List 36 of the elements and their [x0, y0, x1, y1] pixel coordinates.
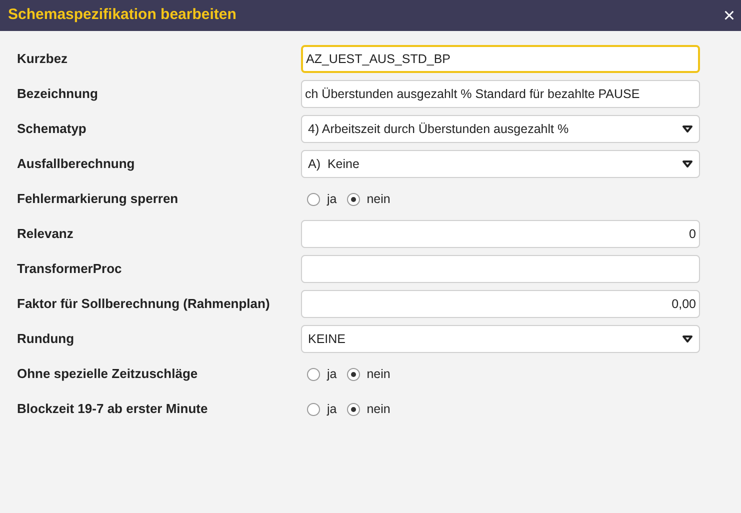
- field-label: Rundung: [17, 330, 76, 348]
- caret-icon: [682, 125, 693, 133]
- radio-option[interactable]: nein: [346, 190, 390, 208]
- dropdown[interactable]: A) Keine: [301, 150, 700, 178]
- radio-option[interactable]: ja: [307, 364, 337, 384]
- close-button[interactable]: ×: [723, 6, 735, 26]
- dropdown[interactable]: 4) Arbeitszeit durch Überstunden ausgezahlt %: [301, 115, 700, 143]
- radio-button[interactable]: [346, 368, 360, 380]
- input-field[interactable]: 0: [301, 220, 700, 248]
- field-label: Fehlermarkierung sperren: [17, 190, 180, 208]
- input-field[interactable]: AZ_UEST_AUS_STD_BP: [301, 45, 700, 73]
- radio-option[interactable]: nein: [346, 400, 390, 418]
- field-label: Ohne spezielle Zeitzuschläge: [17, 365, 199, 384]
- caret-icon: [682, 335, 693, 343]
- radio-button[interactable]: [346, 192, 360, 206]
- field-label: Schematyp: [17, 120, 88, 138]
- caret-icon: [682, 160, 693, 168]
- field-label: Blockzeit 19-7 ab erster Minute: [17, 400, 209, 418]
- field-label: Relevanz: [17, 225, 74, 244]
- field-label: Faktor für Sollberechnung (Rahmenplan): [17, 295, 271, 314]
- radio-button[interactable]: [307, 192, 320, 206]
- field-label: TransformerProc: [17, 260, 123, 278]
- window-title: Schemaspezifikation bearbeiten: [8, 5, 236, 26]
- radio-button[interactable]: [346, 402, 360, 416]
- dropdown[interactable]: KEINE: [301, 325, 700, 353]
- input-field[interactable]: [301, 255, 700, 283]
- radio-button[interactable]: [307, 402, 320, 416]
- radio-option[interactable]: ja: [307, 400, 337, 418]
- radio-option[interactable]: ja: [307, 190, 337, 208]
- field-label: Ausfallberechnung: [17, 155, 136, 174]
- radio-option[interactable]: nein: [346, 364, 390, 384]
- radio-button[interactable]: [307, 368, 320, 380]
- field-label: Bezeichnung: [17, 85, 99, 104]
- field-label: Kurzbez: [17, 50, 69, 68]
- input-field[interactable]: ch Überstunden ausgezahlt % Standard für bezahlte PAUSE: [301, 80, 700, 108]
- input-field[interactable]: 0,00: [301, 290, 700, 318]
